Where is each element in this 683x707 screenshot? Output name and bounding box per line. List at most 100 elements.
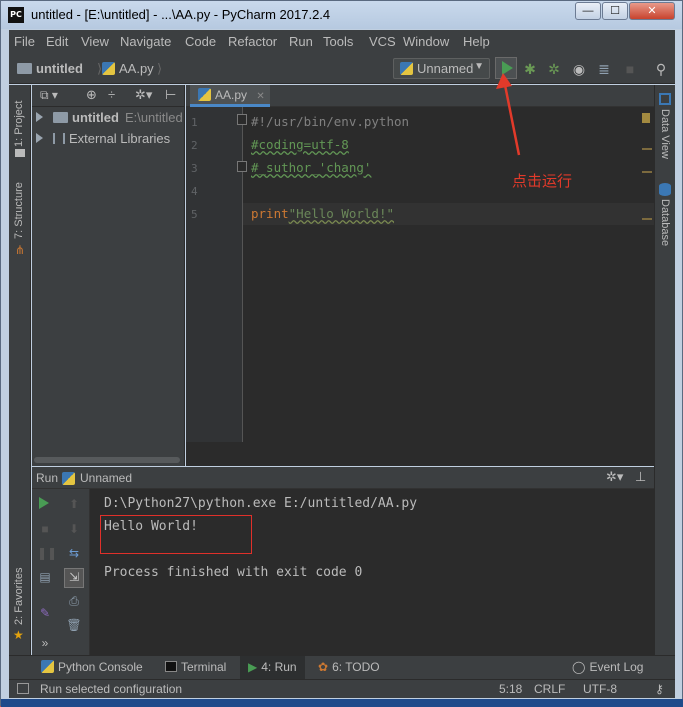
play-icon — [39, 497, 49, 509]
favorites-tool-tab[interactable]: 2: Favorites — [13, 568, 25, 625]
todo-tab[interactable]: ✿ 6: TODO — [318, 660, 380, 674]
run-configuration-select[interactable]: Unnamed ▼ — [393, 58, 490, 79]
code-line-3[interactable]: #_suthor_'chang' — [251, 160, 371, 175]
event-log-tab[interactable]: ◯ Event Log — [572, 660, 643, 674]
menu-file[interactable]: File — [14, 34, 35, 49]
right-tool-stripe: Data View Database — [654, 85, 675, 655]
project-tool-tab[interactable]: 1: Project — [13, 101, 25, 147]
line-separator[interactable]: CRLF — [534, 682, 565, 696]
scroll-to-end-icon[interactable]: ⇲ — [64, 568, 84, 588]
close-tab-icon[interactable]: ✕ — [256, 91, 264, 102]
profile-icon[interactable]: ◉ — [569, 59, 589, 79]
terminal-tab[interactable]: Terminal — [165, 660, 226, 674]
line-number: 3 — [191, 162, 198, 175]
breadcrumb-file[interactable]: AA.py — [102, 61, 154, 76]
menu-run[interactable]: Run — [289, 34, 313, 49]
menu-window[interactable]: Window — [403, 34, 449, 49]
run-tool-window: Run Unnamed ✲▾ ⊥ ⬆ ■ ⬇ ❚❚ ⇆ ▤ ⇲ ⎙ ✎ 🗑 » … — [32, 467, 654, 655]
rerun-button[interactable] — [37, 496, 53, 512]
code-line-5[interactable]: print"Hello World!" — [251, 206, 394, 221]
menu-code[interactable]: Code — [185, 34, 216, 49]
python-console-icon — [41, 660, 54, 673]
code-line-2[interactable]: #coding=utf-8 — [251, 137, 349, 152]
menu-refactor[interactable]: Refactor — [228, 34, 277, 49]
tree-item-external-libraries[interactable]: External Libraries — [36, 131, 186, 150]
database-tool-tab[interactable]: Database — [659, 199, 671, 246]
editor-tab-label: AA.py — [215, 88, 248, 102]
menu-view[interactable]: View — [81, 34, 109, 49]
collapse-all-icon[interactable]: ÷ — [108, 87, 115, 102]
minimize-button[interactable]: — — [575, 2, 601, 20]
editor-tab-aa-py[interactable]: AA.py ✕ — [190, 85, 270, 107]
clear-all-trash-icon[interactable]: 🗑 — [66, 617, 82, 633]
error-stripe-marker[interactable] — [642, 113, 650, 123]
hide-panel-icon[interactable]: ⊥ — [635, 469, 646, 485]
code-editor: AA.py ✕ 1 2 3 4 5 #!/usr/bin/env.python … — [186, 85, 654, 466]
settings-gear-icon[interactable]: ✲▾ — [135, 87, 152, 103]
menu-navigate[interactable]: Navigate — [120, 34, 171, 49]
lock-icon[interactable]: ⚷ — [655, 682, 664, 696]
menu-help[interactable]: Help — [463, 34, 490, 49]
pycharm-logo-icon: PC — [8, 7, 24, 23]
python-config-icon — [400, 62, 413, 75]
menu-edit[interactable]: Edit — [46, 34, 68, 49]
run-panel-header: Run Unnamed ✲▾ ⊥ — [32, 467, 654, 489]
pause-icon[interactable]: ❚❚ — [37, 545, 57, 561]
python-console-tab[interactable]: Python Console — [41, 660, 143, 674]
more-actions-icon[interactable]: » — [37, 635, 53, 651]
todo-label: 6: TODO — [332, 660, 380, 674]
stop-icon[interactable]: ■ — [37, 521, 53, 537]
line-number: 4 — [191, 185, 198, 198]
terminal-label: Terminal — [181, 660, 227, 674]
close-button[interactable]: ✕ — [629, 2, 675, 20]
concurrency-diagram-icon[interactable]: ≣ — [594, 59, 614, 79]
scroll-up-icon[interactable]: ⬆ — [66, 496, 82, 512]
code-line-1[interactable]: #!/usr/bin/env.python — [251, 114, 409, 129]
title-bar: PC untitled - [E:\untitled] - ...\AA.py … — [1, 1, 682, 29]
hide-panel-icon[interactable]: ⊢ — [165, 87, 176, 103]
error-stripe-marker[interactable] — [642, 148, 652, 150]
search-everywhere-icon[interactable]: ⚲ — [651, 59, 671, 79]
scroll-from-source-icon[interactable]: ⊕ — [86, 87, 97, 103]
console-command-line: D:\Python27\python.exe E:/untitled/AA.py — [104, 496, 418, 511]
editor-tab-bar: AA.py ✕ — [186, 85, 654, 107]
pin-tab-icon[interactable]: ✎ — [37, 605, 53, 621]
library-icon — [53, 133, 65, 144]
error-stripe-marker[interactable] — [642, 171, 652, 173]
toggle-tool-windows-icon[interactable] — [17, 683, 29, 694]
run-tab[interactable]: ▶ 4: Run — [240, 656, 305, 679]
run-tab-label: 4: Run — [261, 660, 297, 674]
breadcrumb-project[interactable]: untitled — [17, 61, 83, 76]
tree-external-libraries-label: External Libraries — [69, 131, 171, 146]
stop-icon[interactable]: ■ — [620, 59, 640, 79]
python-file-icon — [102, 62, 115, 75]
event-log-label: Event Log — [589, 660, 644, 674]
project-tab-icon — [15, 149, 25, 157]
menu-vcs[interactable]: VCS — [369, 34, 396, 49]
caret-position[interactable]: 5:18 — [499, 682, 522, 696]
print-icon[interactable]: ⎙ — [66, 593, 82, 609]
restore-layout-icon[interactable]: ▤ — [37, 569, 53, 585]
coverage-icon[interactable]: ✲ — [544, 59, 564, 79]
tree-item-project-root[interactable]: untitled E:\untitled — [36, 110, 186, 129]
status-bar: Run selected configuration 5:18 CRLF UTF… — [9, 679, 675, 698]
data-view-tool-tab[interactable]: Data View — [659, 109, 671, 159]
python-console-label: Python Console — [58, 660, 143, 674]
project-horizontal-scrollbar[interactable] — [34, 457, 180, 463]
print-keyword: print — [251, 206, 289, 221]
file-encoding[interactable]: UTF-8 — [583, 682, 617, 696]
view-mode-icon[interactable]: ⧉ ▾ — [40, 88, 58, 103]
maximize-button[interactable]: ☐ — [602, 2, 628, 20]
error-stripe-marker[interactable] — [642, 218, 652, 220]
fold-marker-icon[interactable] — [237, 114, 247, 125]
menu-tools[interactable]: Tools — [323, 34, 353, 49]
annotation-label: 点击运行 — [512, 172, 573, 190]
data-view-icon — [659, 93, 671, 105]
scroll-down-icon[interactable]: ⬇ — [66, 521, 82, 537]
soft-wrap-icon[interactable]: ⇆ — [66, 545, 82, 561]
tree-project-path: E:\untitled — [124, 110, 183, 125]
settings-gear-icon[interactable]: ✲▾ — [606, 469, 623, 485]
fold-marker-icon[interactable] — [237, 161, 247, 172]
python-config-icon — [62, 472, 75, 485]
structure-tool-tab[interactable]: 7: Structure — [13, 182, 25, 239]
